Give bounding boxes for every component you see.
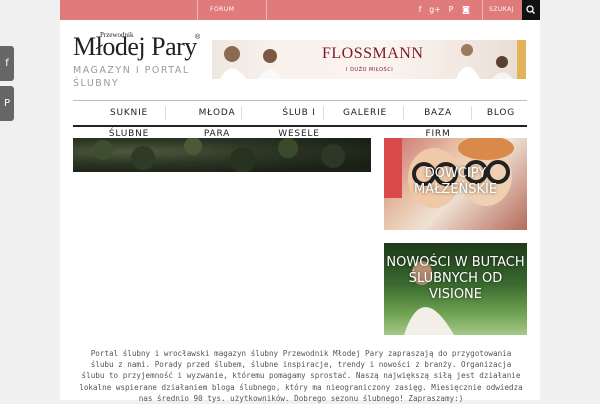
forum-link[interactable]: FORUM [210,0,234,20]
top-bar: FORUM f g+ P ◙ SZUKAJ [60,0,540,20]
card-dowcipy[interactable]: DOWCIPY MAŁŻEŃSKIE [384,138,527,230]
nav-item-galerie[interactable]: GALERIE [337,101,393,125]
nav-item-blog[interactable]: BLOG [475,101,527,125]
banner-brand: FLOSSMANN [322,45,424,62]
search-label[interactable]: SZUKAJ [489,0,514,20]
nav-separator [403,106,404,120]
nav-item-slub-wesele[interactable]: ŚLUB I [269,101,329,125]
page-container: FORUM f g+ P ◙ SZUKAJ Przewodnik Młodej … [60,0,540,403]
hero-foliage [93,138,345,172]
nav-separator [323,106,324,120]
topbar-divider [266,0,267,20]
nav-separator [165,106,166,120]
facebook-icon[interactable]: f [413,3,427,17]
hero-image[interactable] [73,138,371,172]
topbar-divider [482,0,483,20]
pinterest-icon[interactable]: P [444,3,458,17]
card-label: NOWOŚCI W BUTACH ŚLUBNYCH OD VISIONE [386,255,525,302]
card-label: DOWCIPY MAŁŻEŃSKIE [413,166,498,197]
banner-subtitle: I DUŻO MIŁOŚCI [346,67,394,73]
search-button[interactable] [522,0,540,20]
nav-item-mloda-para[interactable]: MŁODA [187,101,247,125]
nav-item-suknie[interactable]: SUKNIE [99,101,159,125]
search-icon [526,5,535,14]
logo-registered: ® [195,34,201,41]
nav-item-baza-firm[interactable]: BAZA [412,101,464,125]
facebook-side-button[interactable]: f [0,46,14,81]
nav-separator [471,106,472,120]
topbar-divider [197,0,198,20]
facebook-like-icon: f [5,58,9,69]
instagram-icon[interactable]: ◙ [459,3,473,17]
logo-main: Młodej Pary [73,32,197,61]
card-nowosci-butach[interactable]: NOWOŚCI W BUTACH ŚLUBNYCH OD VISIONE [384,243,527,335]
nav-separator [241,106,242,120]
main-nav: SUKNIE ŚLUBNE MŁODA PARA ŚLUB I WESELE G… [73,100,527,139]
tagline: MAGAZYN I PORTAL ŚLUBNY [73,65,190,89]
pinterest-side-button[interactable]: P [0,86,14,121]
ad-banner[interactable]: FLOSSMANN I DUŻO MIŁOŚCI [212,40,526,79]
footer-description: Portal ślubny i wrocławski magazyn ślubn… [79,349,523,403]
pinterest-icon: P [3,98,11,109]
google-plus-icon[interactable]: g+ [428,3,442,17]
